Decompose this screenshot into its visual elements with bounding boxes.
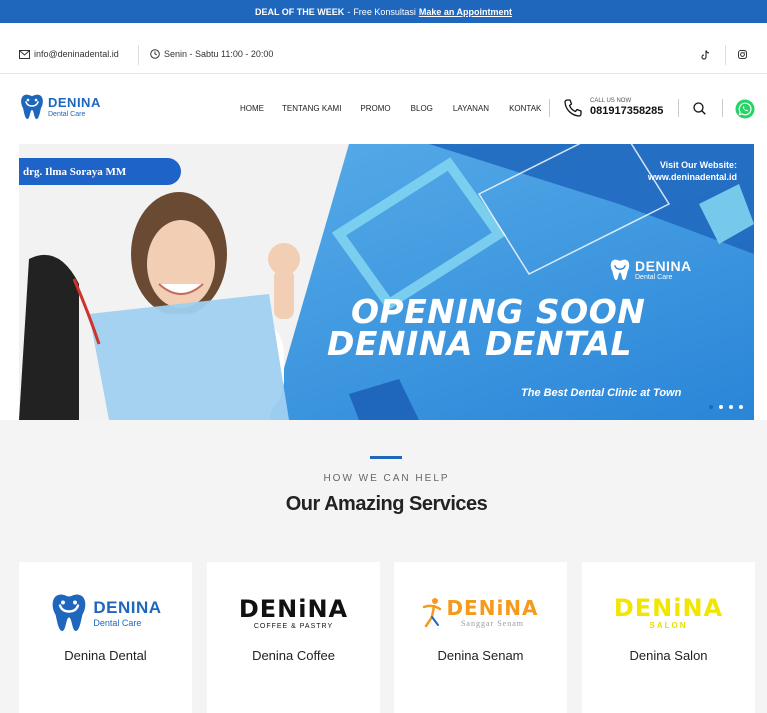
denina-salon-logo: DENiNA SALON <box>582 588 755 638</box>
brand-name: DENiNA <box>238 594 349 623</box>
promo-separator: - <box>347 6 351 17</box>
denina-dental-logo: DENINA Dental Care <box>19 588 192 638</box>
hero-logo-subtitle: Dental Care <box>635 274 673 281</box>
brand-name: DENINA <box>93 597 162 617</box>
brand-name: DENiNA <box>613 594 724 622</box>
email-text: info@deninadental.id <box>34 49 119 59</box>
slider-dot[interactable] <box>729 405 733 409</box>
brand-subtitle: SALON <box>649 621 688 630</box>
service-card-title: Denina Salon <box>629 648 708 663</box>
slider-dots <box>709 405 749 409</box>
deal-label: DEAL OF THE WEEK <box>254 6 345 17</box>
slider-dot[interactable] <box>709 405 713 409</box>
nav-divider <box>549 99 550 117</box>
hours-info: Senin - Sabtu 11:00 - 20:00 <box>150 49 273 59</box>
social-divider <box>725 45 726 65</box>
hero-logo: DENINA Dental Care <box>609 258 692 282</box>
info-divider <box>138 45 139 65</box>
doctor-badge: drg. Ilma Soraya MM <box>19 158 181 185</box>
tooth-logo-icon <box>53 594 86 631</box>
dancer-icon <box>423 598 442 628</box>
call-label: CALL US NOW <box>590 98 632 104</box>
nav-promo[interactable]: PROMO <box>360 104 390 113</box>
email-info[interactable]: info@deninadental.id <box>19 49 119 59</box>
brand-subtitle: Sanggar Senam <box>460 619 524 628</box>
promo-bar: DEAL OF THE WEEK - Free Konsultasi Make … <box>0 0 767 23</box>
hero-logo-name: DENINA <box>635 258 692 274</box>
services-section: HOW WE CAN HELP Our Amazing Services DEN… <box>0 420 767 713</box>
phone-icon[interactable] <box>563 98 583 123</box>
call-block[interactable]: CALL US NOW 081917358285 <box>590 98 663 117</box>
service-card-salon[interactable]: DENiNA SALON Denina Salon <box>582 562 755 713</box>
logo-name: DENINA <box>48 95 101 110</box>
nav-blog[interactable]: BLOG <box>411 104 433 113</box>
mail-icon <box>19 49 30 59</box>
tiktok-icon[interactable] <box>701 50 710 62</box>
service-card-coffee[interactable]: DENiNA COFFEE & PASTRY Denina Coffee <box>207 562 380 713</box>
brand-subtitle: Dental Care <box>93 617 142 628</box>
nav-tentang-kami[interactable]: TENTANG KAMI <box>282 104 341 113</box>
section-accent-bar <box>370 456 402 459</box>
visit-url: www.deninadental.id <box>647 171 737 182</box>
slider-dot[interactable] <box>719 405 723 409</box>
service-card-dental[interactable]: DENINA Dental Care Denina Dental <box>19 562 192 713</box>
denina-senam-logo: DENiNA Sanggar Senam <box>394 588 567 638</box>
hero-slider[interactable]: drg. Ilma Soraya MM Visit Our Website: w… <box>19 144 754 420</box>
service-card-title: Denina Senam <box>437 648 524 663</box>
visit-label: Visit Our Website: <box>659 160 737 170</box>
appointment-link[interactable]: Make an Appointment <box>419 7 512 17</box>
site-logo[interactable]: DENINA Dental Care <box>19 93 101 121</box>
search-icon[interactable] <box>693 102 706 120</box>
info-bar: info@deninadental.id Senin - Sabtu 11:00… <box>0 23 767 74</box>
nav-divider <box>722 99 723 117</box>
whatsapp-icon[interactable] <box>735 99 755 124</box>
denina-coffee-logo: DENiNA COFFEE & PASTRY <box>207 588 380 638</box>
service-card-senam[interactable]: DENiNA Sanggar Senam Denina Senam <box>394 562 567 713</box>
instagram-icon[interactable] <box>738 50 747 61</box>
services-kicker: HOW WE CAN HELP <box>323 473 450 484</box>
promo-text: Free Konsultasi <box>353 6 416 17</box>
visit-website: Visit Our Website: www.deninadental.id <box>619 160 737 183</box>
services-title: Our Amazing Services <box>285 493 488 515</box>
main-nav: HOME TENTANG KAMI PROMO BLOG LAYANAN KON… <box>240 104 541 113</box>
hero-tagline: The Best Dental Clinic at Town <box>521 387 682 399</box>
hero-headline-line2: DENINA DENTAL <box>327 324 633 363</box>
tooth-logo-icon <box>21 94 43 119</box>
slider-dot[interactable] <box>739 405 743 409</box>
brand-subtitle: COFFEE & PASTRY <box>253 622 334 630</box>
hero-background-graphic <box>19 144 754 420</box>
logo-subtitle: Dental Care <box>48 111 86 118</box>
nav-divider <box>678 99 679 117</box>
site-header: DENINA Dental Care HOME TENTANG KAMI PRO… <box>0 74 767 144</box>
nav-home[interactable]: HOME <box>240 104 264 113</box>
brand-name: DENiNA <box>446 596 539 620</box>
hours-text: Senin - Sabtu 11:00 - 20:00 <box>164 49 274 59</box>
service-card-title: Denina Dental <box>64 648 147 663</box>
nav-layanan[interactable]: LAYANAN <box>453 104 489 113</box>
nav-kontak[interactable]: KONTAK <box>509 104 541 113</box>
service-card-title: Denina Coffee <box>252 648 335 663</box>
tooth-logo-icon <box>610 259 630 281</box>
clock-icon <box>150 49 160 59</box>
call-number: 081917358285 <box>590 105 664 117</box>
